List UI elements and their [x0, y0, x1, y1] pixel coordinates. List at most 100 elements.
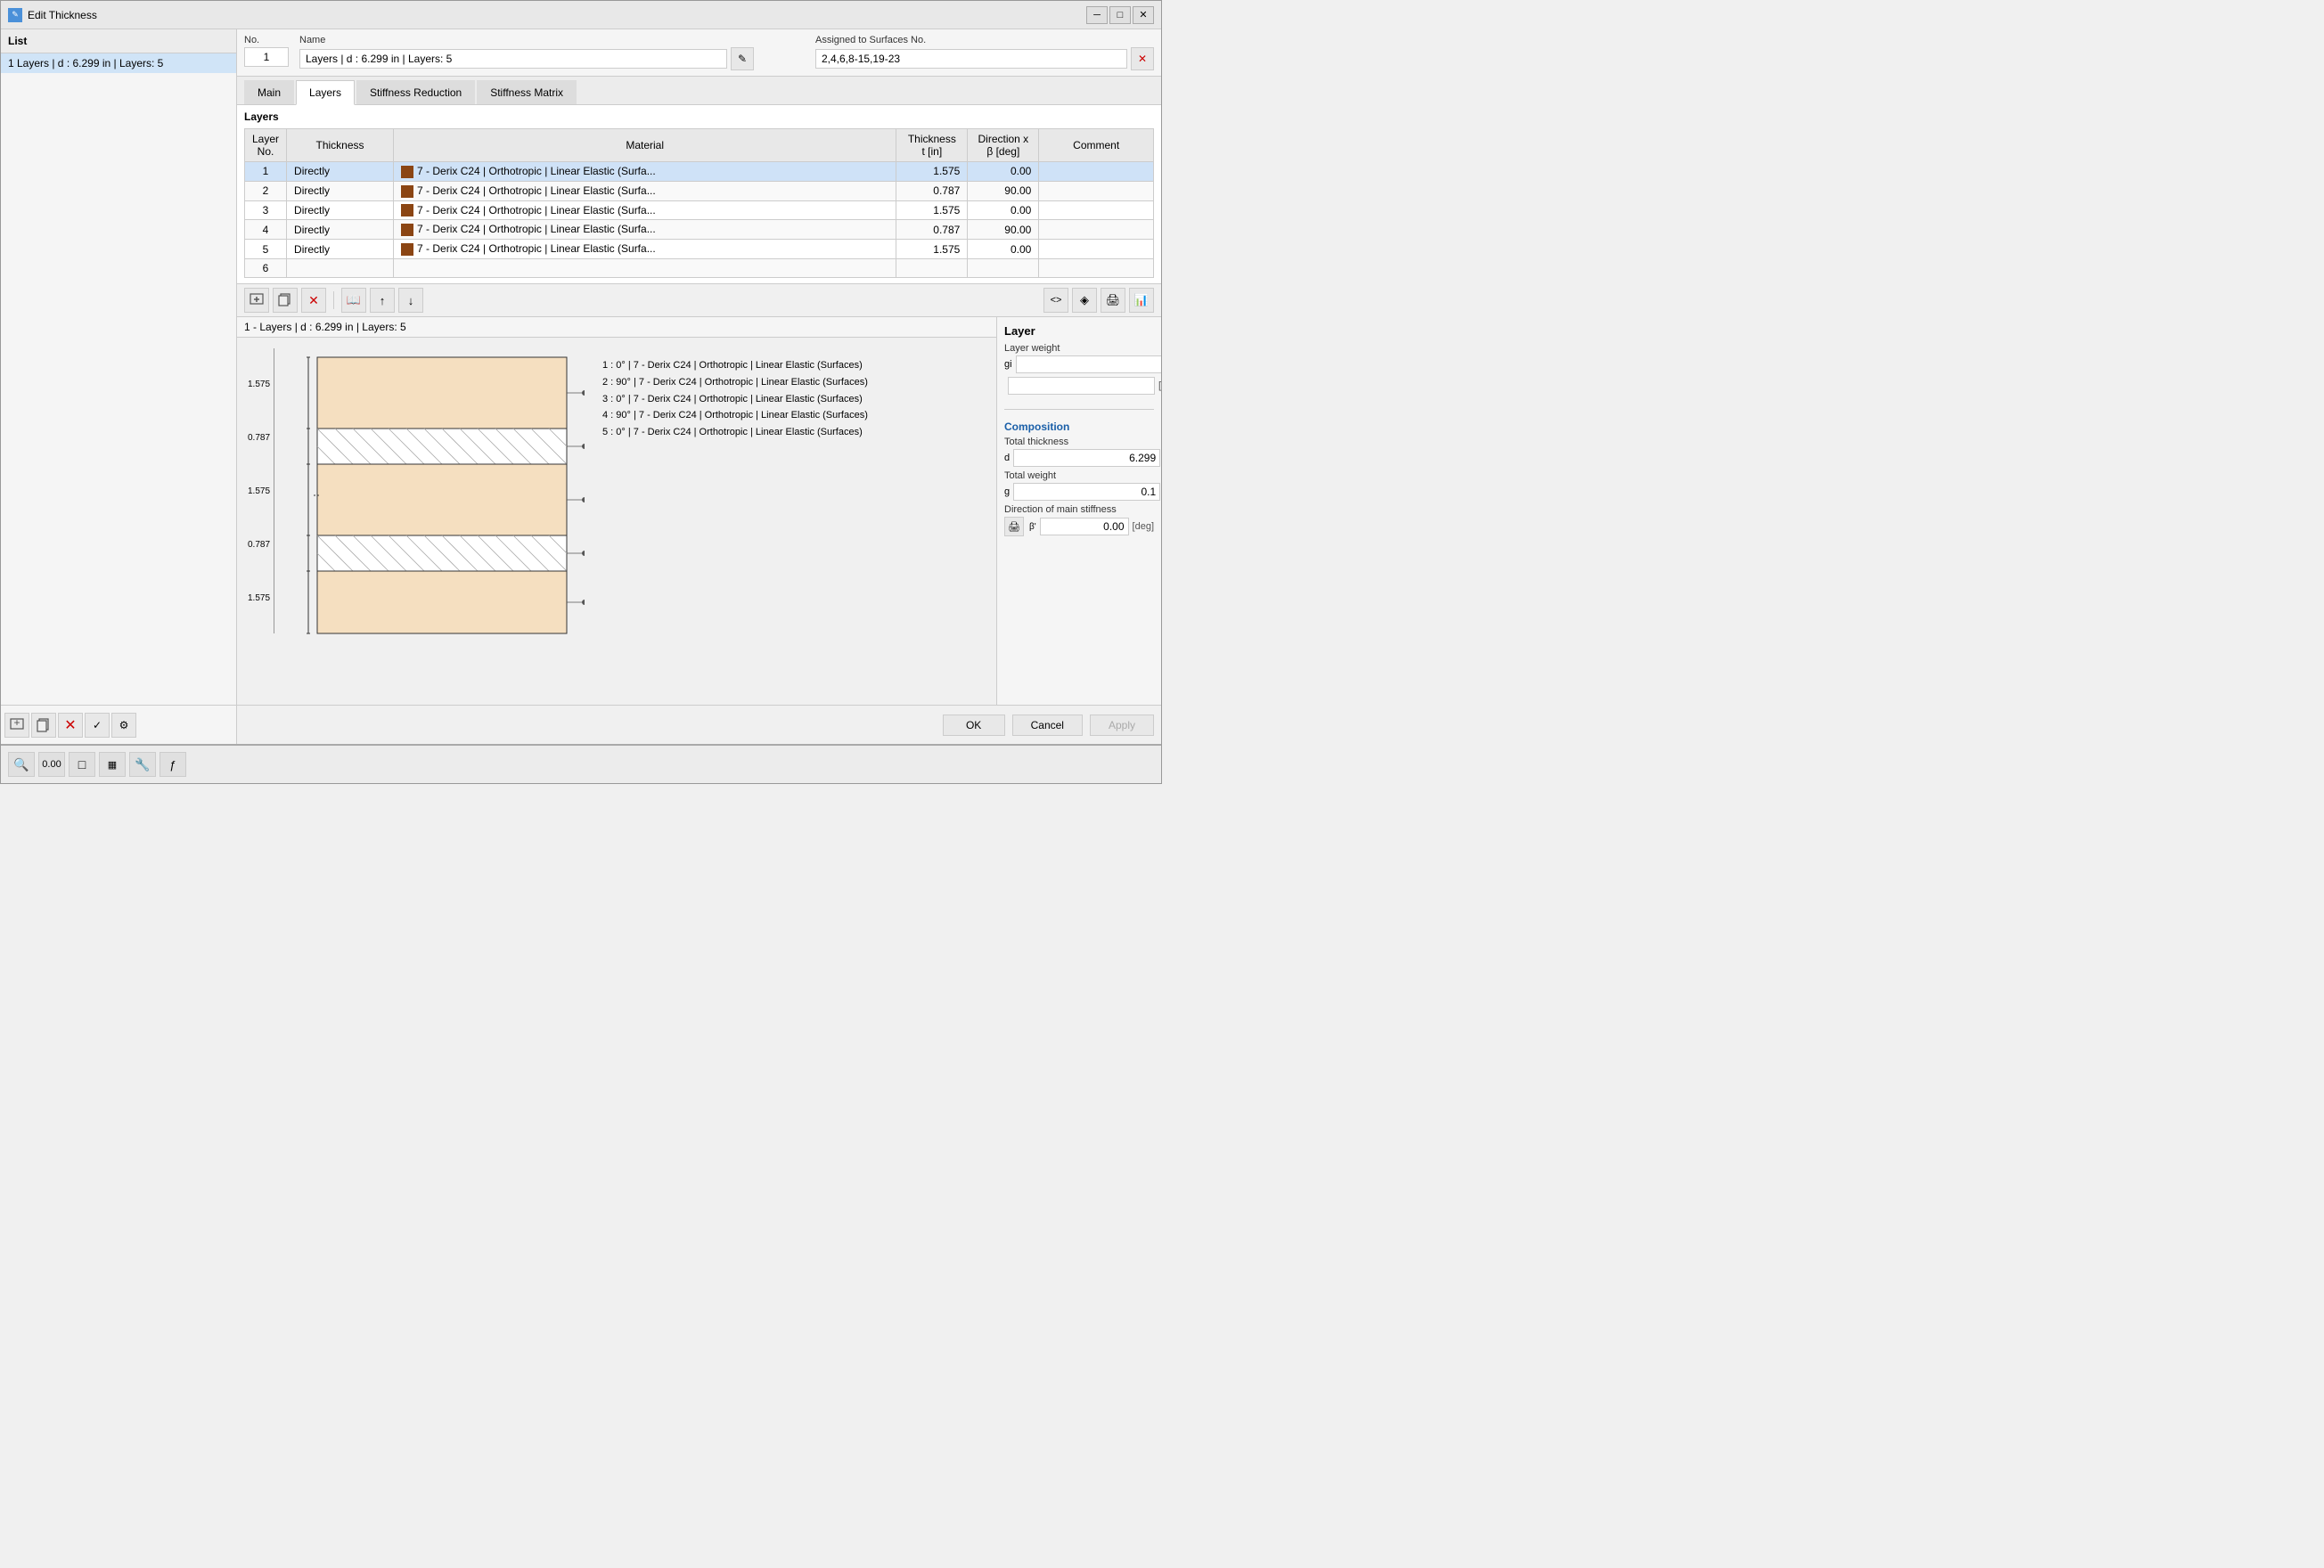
move-up-button[interactable]: ↑ [370, 288, 395, 313]
minimize-button[interactable]: ─ [1086, 6, 1108, 24]
global-select-button[interactable]: □ [69, 752, 95, 777]
cell-beta: 0.00 [968, 240, 1039, 259]
d-row: d [in] [1004, 449, 1154, 467]
maximize-button[interactable]: □ [1109, 6, 1131, 24]
tab-main[interactable]: Main [244, 80, 294, 104]
gi-row: gi [lbf/in³] [1004, 355, 1154, 373]
assigned-input[interactable] [815, 49, 1127, 69]
cell-beta [968, 259, 1039, 278]
gi-input-1[interactable] [1016, 355, 1161, 373]
no-input[interactable] [244, 47, 289, 67]
assigned-row: ✕ [815, 47, 1154, 70]
total-weight-label: Total weight [1004, 470, 1154, 481]
col-material: Material [394, 129, 896, 162]
gi-label: gi [1004, 359, 1012, 370]
right-panel: No. Name ✎ Assigned to Surfaces No. ✕ [237, 29, 1161, 744]
view-button-1[interactable]: <> [1043, 288, 1068, 313]
close-button[interactable]: ✕ [1133, 6, 1154, 24]
name-field: Name ✎ [299, 35, 805, 70]
global-function-button[interactable]: ƒ [160, 752, 186, 777]
table-row[interactable]: 3 Directly 7 - Derix C24 | Orthotropic |… [245, 200, 1154, 220]
cell-material: 7 - Derix C24 | Orthotropic | Linear Ela… [394, 162, 896, 182]
name-input[interactable] [299, 49, 727, 69]
sidebar-settings-button[interactable]: ⚙ [111, 713, 136, 738]
cell-thickness [287, 259, 394, 278]
apply-button[interactable]: Apply [1090, 715, 1154, 736]
delete-row-button[interactable]: ✕ [301, 288, 326, 313]
cell-t: 0.787 [896, 181, 968, 200]
cell-beta: 0.00 [968, 162, 1039, 182]
table-row[interactable]: 6 [245, 259, 1154, 278]
total-thickness-label: Total thickness [1004, 437, 1154, 447]
sidebar-copy-button[interactable] [31, 713, 56, 738]
add-row-button[interactable] [244, 288, 269, 313]
info-button[interactable]: 📖 [341, 288, 366, 313]
global-search-button[interactable]: 🔍 [8, 752, 35, 777]
d-input[interactable] [1013, 449, 1160, 467]
dim-3: 1.575 [248, 455, 274, 527]
tab-stiffness-matrix[interactable]: Stiffness Matrix [477, 80, 577, 104]
assigned-delete-button[interactable]: ✕ [1131, 47, 1154, 70]
table-row[interactable]: 1 Directly 7 - Derix C24 | Orthotropic |… [245, 162, 1154, 182]
legend-1: 1 : 0° | 7 - Derix C24 | Orthotropic | L… [602, 357, 868, 374]
main-content: List 1 Layers | d : 6.299 in | Layers: 5… [1, 29, 1161, 744]
tab-stiffness-reduction[interactable]: Stiffness Reduction [356, 80, 475, 104]
preview-left: 1 - Layers | d : 6.299 in | Layers: 5 1.… [237, 317, 996, 705]
cell-comment [1039, 259, 1154, 278]
global-table-button[interactable]: ▦ [99, 752, 126, 777]
g-input[interactable] [1013, 483, 1160, 501]
window-title: Edit Thickness [28, 9, 97, 21]
assigned-label: Assigned to Surfaces No. [815, 35, 1154, 45]
sidebar-check-button[interactable]: ✓ [85, 713, 110, 738]
name-label: Name [299, 35, 805, 45]
beta-input[interactable] [1040, 518, 1129, 535]
layers-title: Layers [244, 110, 1154, 123]
no-label: No. [244, 35, 289, 45]
dim-labels: 1.575 0.787 1.575 0.787 [248, 348, 274, 633]
gi-input-2[interactable] [1008, 377, 1155, 395]
sidebar-item-1[interactable]: 1 Layers | d : 6.299 in | Layers: 5 [1, 53, 236, 73]
sidebar-delete-button[interactable]: ✕ [58, 713, 83, 738]
view-button-2[interactable]: ◈ [1072, 288, 1097, 313]
global-view-button[interactable]: 0.00 [38, 752, 65, 777]
header-row: No. Name ✎ Assigned to Surfaces No. ✕ [237, 29, 1161, 77]
tab-bar: Main Layers Stiffness Reduction Stiffnes… [237, 77, 1161, 105]
export-button[interactable]: 📊 [1129, 288, 1154, 313]
beta-unit: [deg] [1133, 521, 1154, 532]
layer-properties-panel: Layer Layer weight gi [lbf/in³] [lbf/in²… [996, 317, 1161, 705]
preview-title: 1 - Layers | d : 6.299 in | Layers: 5 [237, 317, 996, 338]
cell-no: 2 [245, 181, 287, 200]
ok-button[interactable]: OK [943, 715, 1005, 736]
cell-comment [1039, 240, 1154, 259]
global-toolbar: 🔍 0.00 □ ▦ 🔧 ƒ [1, 744, 1161, 783]
assigned-field: Assigned to Surfaces No. ✕ [815, 35, 1154, 70]
cell-comment [1039, 162, 1154, 182]
legend-3: 3 : 0° | 7 - Derix C24 | Orthotropic | L… [602, 391, 868, 408]
cell-comment [1039, 200, 1154, 220]
print-button[interactable]: 🖨 [1101, 288, 1125, 313]
app-icon: ✎ [8, 8, 22, 22]
dim-5: 1.575 [248, 562, 274, 633]
print-small-button[interactable]: 🖨 [1004, 517, 1024, 536]
title-bar: ✎ Edit Thickness ─ □ ✕ [1, 1, 1161, 29]
table-row[interactable]: 5 Directly 7 - Derix C24 | Orthotropic |… [245, 240, 1154, 259]
tab-layers[interactable]: Layers [296, 80, 355, 105]
direction-label: Direction of main stiffness [1004, 504, 1154, 515]
sidebar-add-button[interactable]: + [4, 713, 29, 738]
cell-material: 7 - Derix C24 | Orthotropic | Linear Ela… [394, 240, 896, 259]
move-down-button[interactable]: ↓ [398, 288, 423, 313]
col-t: Thicknesst [in] [896, 129, 968, 162]
cell-t: 1.575 [896, 200, 968, 220]
dim-4: 0.787 [248, 527, 274, 562]
cell-no: 6 [245, 259, 287, 278]
cell-thickness: Directly [287, 220, 394, 240]
cancel-button[interactable]: Cancel [1012, 715, 1083, 736]
sep1 [333, 291, 334, 309]
table-row[interactable]: 4 Directly 7 - Derix C24 | Orthotropic |… [245, 220, 1154, 240]
name-edit-button[interactable]: ✎ [731, 47, 754, 70]
cell-beta: 90.00 [968, 181, 1039, 200]
table-row[interactable]: 2 Directly 7 - Derix C24 | Orthotropic |… [245, 181, 1154, 200]
global-filter-button[interactable]: 🔧 [129, 752, 156, 777]
sidebar-toolbar: + ✕ ✓ ⚙ [1, 705, 236, 744]
copy-row-button[interactable] [273, 288, 298, 313]
